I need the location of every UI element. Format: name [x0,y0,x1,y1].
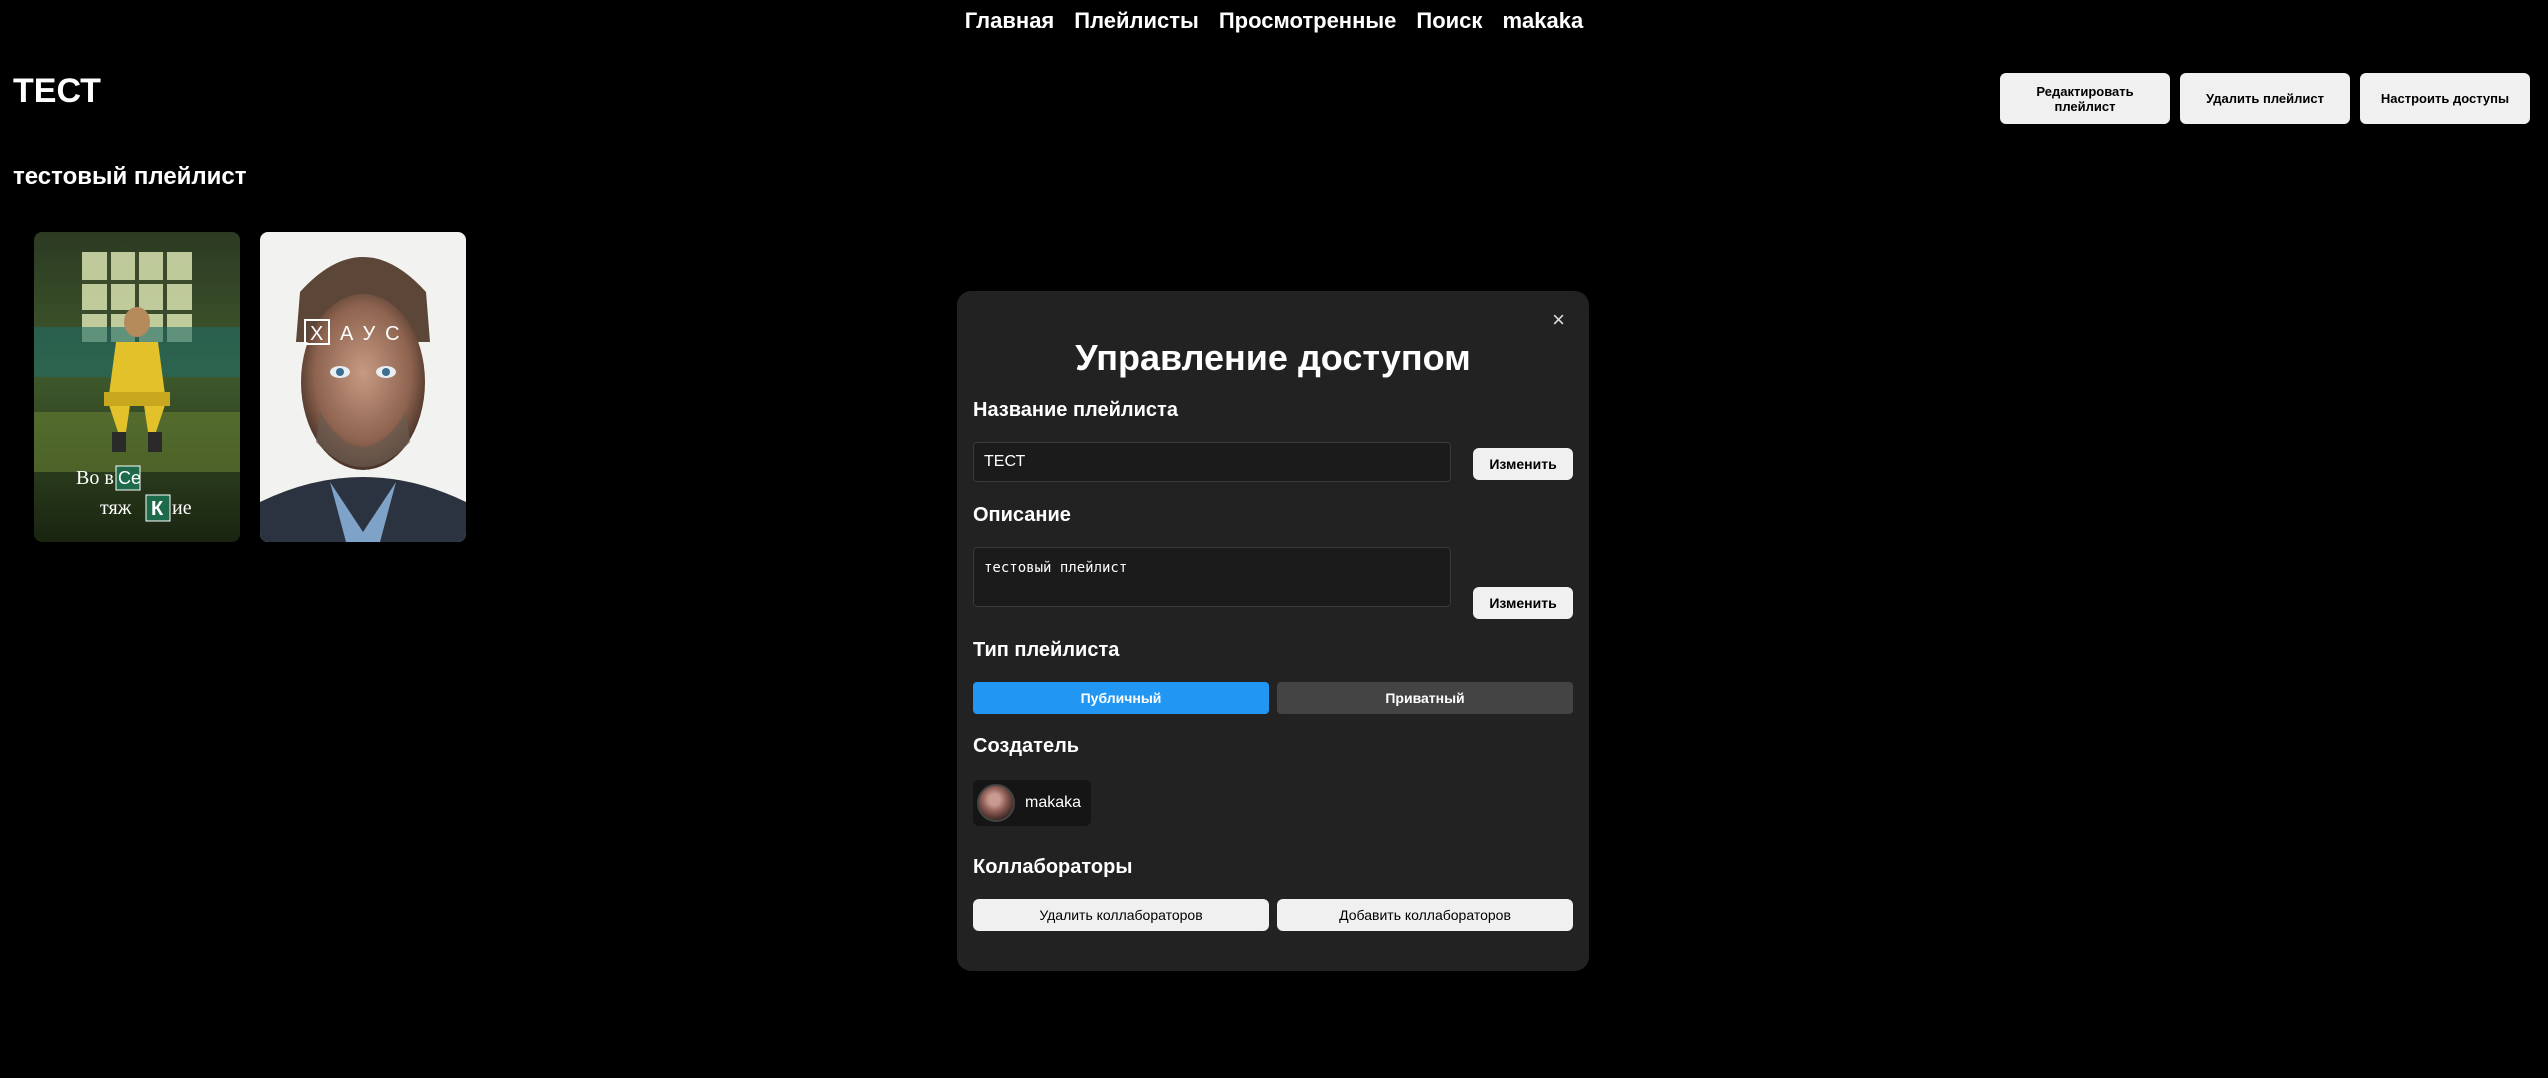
close-icon[interactable]: × [1552,309,1565,331]
playlist-title: ТЕСТ [13,72,101,110]
description-field[interactable]: тестовый плейлист [973,547,1451,607]
nav-search[interactable]: Поиск [1416,8,1482,34]
nav-playlists[interactable]: Плейлисты [1074,8,1199,34]
poster-list: Во в Се тяж К ие Х АУС [34,232,466,542]
nav-home[interactable]: Главная [965,8,1054,34]
playlist-actions: Редактировать плейлист Удалить плейлист … [2000,73,2530,124]
playlist-type-label: Тип плейлиста [973,639,1120,661]
creator-label: Создатель [973,735,1080,757]
avatar [977,784,1015,822]
edit-playlist-button[interactable]: Редактировать плейлист [2000,73,2170,124]
add-collaborators-button[interactable]: Добавить коллабораторов [1277,899,1573,931]
private-type-button[interactable]: Приватный [1277,682,1573,714]
top-nav: Главная Плейлисты Просмотренные Поиск ma… [0,8,2548,34]
change-description-button[interactable]: Изменить [1473,587,1573,619]
creator-name: makaka [1025,794,1082,811]
public-type-button[interactable]: Публичный [973,682,1269,714]
svg-text:Х: Х [310,323,323,345]
svg-text:тяж: тяж [100,497,132,519]
poster-house[interactable]: Х АУС [260,232,466,542]
access-modal: × Управление доступом Название плейлиста… [957,291,1589,971]
delete-playlist-button[interactable]: Удалить плейлист [2180,73,2350,124]
collaborators-label: Коллабораторы [973,856,1133,878]
svg-text:ие: ие [172,497,192,519]
svg-text:К: К [151,498,164,520]
playlist-name-label: Название плейлиста [973,399,1178,421]
nav-watched[interactable]: Просмотренные [1219,8,1397,34]
change-name-button[interactable]: Изменить [1473,448,1573,480]
playlist-name-field[interactable]: ТЕСТ [973,442,1451,482]
remove-collaborators-button[interactable]: Удалить коллабораторов [973,899,1269,931]
nav-profile[interactable]: makaka [1502,8,1583,34]
playlist-description: тестовый плейлист [13,163,247,190]
poster-breaking-bad-image: Во в Се тяж К ие [34,232,240,542]
svg-text:АУС: АУС [340,323,410,345]
poster-house-image: Х АУС [260,232,466,542]
svg-text:Во в: Во в [76,467,114,489]
poster-breaking-bad[interactable]: Во в Се тяж К ие [34,232,240,542]
modal-title: Управление доступом [1075,337,1471,378]
creator-chip[interactable]: makaka [973,780,1092,826]
svg-text:Се: Се [118,468,141,488]
description-label: Описание [973,504,1071,526]
access-settings-button[interactable]: Настроить доступы [2360,73,2530,124]
